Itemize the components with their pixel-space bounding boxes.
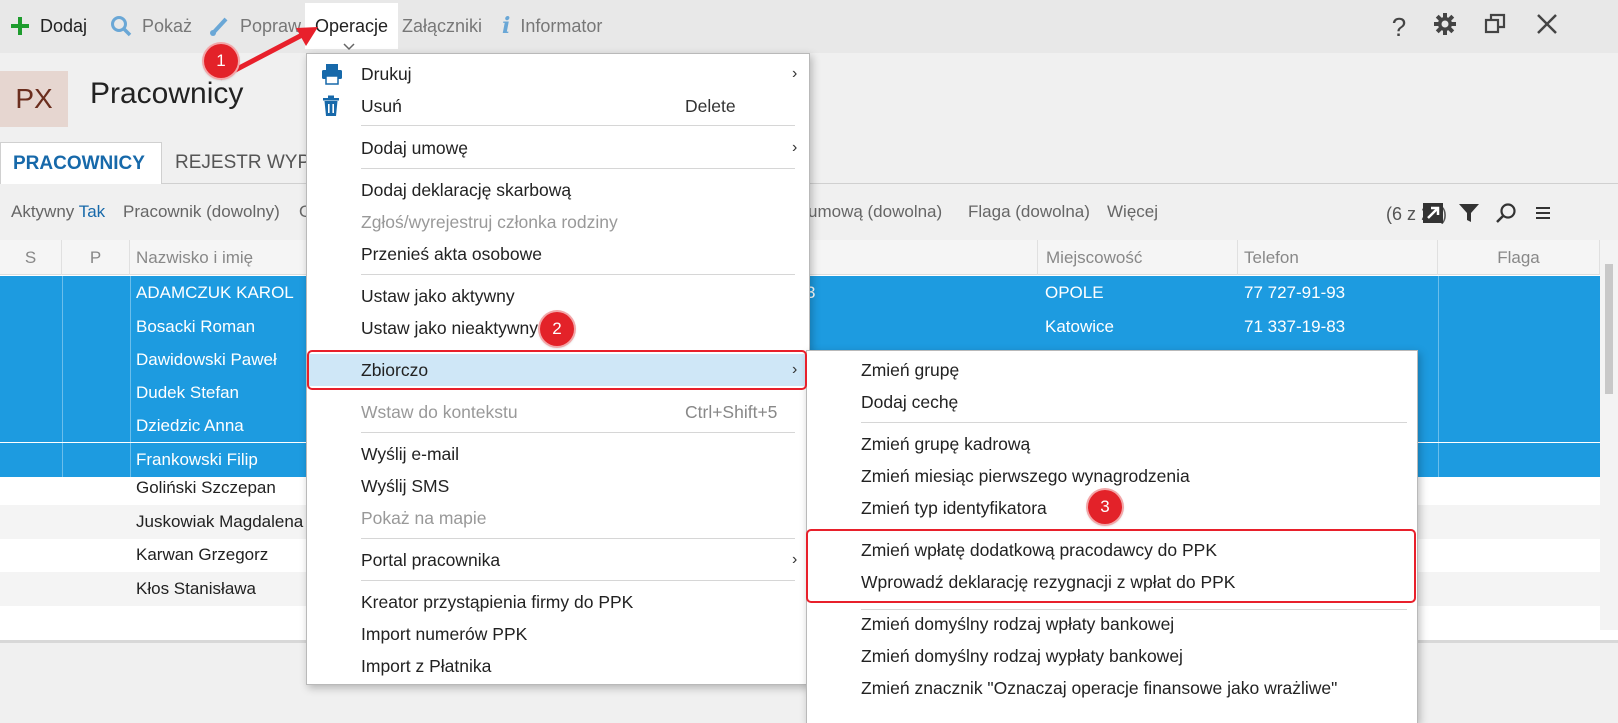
menu-item-send-sms[interactable]: Wyślij SMS bbox=[307, 470, 809, 502]
filter-more[interactable]: Więcej bbox=[1107, 202, 1158, 222]
module-badge: PX bbox=[0, 71, 68, 127]
search-button[interactable] bbox=[1493, 202, 1519, 228]
filter-employee[interactable]: Pracownik (dowolny) bbox=[123, 202, 280, 222]
info-icon: i bbox=[502, 13, 511, 39]
menu-separator bbox=[361, 432, 795, 433]
col-header-city[interactable]: Miejscowość bbox=[1038, 240, 1238, 275]
funnel-icon bbox=[1458, 202, 1480, 229]
add-label: Dodaj bbox=[40, 15, 88, 36]
menu-item-move-files[interactable]: Przenieś akta osobowe bbox=[307, 238, 809, 270]
col-header-flag[interactable]: Flaga bbox=[1438, 240, 1600, 275]
highlight-bulk bbox=[307, 350, 807, 390]
export-icon bbox=[1422, 202, 1444, 229]
menu-separator bbox=[361, 580, 795, 581]
restore-window-icon bbox=[1484, 13, 1506, 42]
submenu-item-change-group[interactable]: Zmień grupę bbox=[807, 354, 1417, 386]
cell-name: Goliński Szczepan bbox=[136, 478, 276, 497]
restore-button[interactable] bbox=[1478, 10, 1512, 44]
menu-item-print[interactable]: Drukuj › bbox=[307, 58, 809, 90]
menu-separator bbox=[861, 422, 1407, 423]
vertical-scrollbar[interactable] bbox=[1600, 240, 1618, 630]
filter-active-label: Aktywny bbox=[11, 202, 75, 221]
export-button[interactable] bbox=[1420, 202, 1446, 228]
cell-city: OPOLE bbox=[1045, 283, 1104, 302]
menu-button[interactable] bbox=[1530, 202, 1556, 228]
shortcut-insert-context: Ctrl+Shift+5 bbox=[685, 401, 778, 422]
trash-icon bbox=[321, 95, 341, 122]
help-button[interactable]: ? bbox=[1382, 10, 1416, 44]
search-icon bbox=[110, 15, 132, 37]
show-label: Pokaż bbox=[142, 15, 193, 36]
search-icon bbox=[1495, 202, 1517, 229]
tab-employees[interactable]: PRACOWNICY bbox=[0, 142, 162, 184]
menu-item-add-tax-declaration[interactable]: Dodaj deklarację skarbową bbox=[307, 174, 809, 206]
informator-label: Informator bbox=[520, 15, 603, 36]
col-header-s[interactable]: S bbox=[0, 240, 62, 275]
menu-item-send-email[interactable]: Wyślij e-mail bbox=[307, 438, 809, 470]
cell-city: Katowice bbox=[1045, 317, 1114, 336]
menu-item-add-contract[interactable]: Dodaj umowę › bbox=[307, 132, 809, 164]
cell-name: Dawidowski Paweł bbox=[136, 350, 277, 369]
cell-name: ADAMCZUK KAROL bbox=[136, 283, 294, 302]
help-icon: ? bbox=[1391, 11, 1407, 42]
menu-item-delete[interactable]: Usuń Delete bbox=[307, 90, 809, 122]
informator-button[interactable]: i Informator bbox=[502, 12, 602, 40]
submenu-item-add-feature[interactable]: Dodaj cechę bbox=[807, 386, 1417, 418]
cell-name: Dudek Stefan bbox=[136, 383, 240, 402]
menu-item-import-platnik[interactable]: Import z Płatnika bbox=[307, 650, 809, 682]
menu-item-family-member[interactable]: Zgłoś/wyrejestruj członka rodziny bbox=[307, 206, 809, 238]
menu-item-insert-context[interactable]: Wstaw do kontekstu Ctrl+Shift+5 bbox=[307, 396, 809, 428]
cell-name: Kłos Stanisława bbox=[136, 579, 257, 598]
filter-contract[interactable]: umową (dowolna) bbox=[808, 202, 942, 222]
gear-icon bbox=[1433, 12, 1457, 43]
step-badge-1: 1 bbox=[204, 44, 238, 78]
menu-item-import-ppk[interactable]: Import numerów PPK bbox=[307, 618, 809, 650]
chevron-right-icon: › bbox=[792, 65, 798, 82]
step-badge-3: 3 bbox=[1088, 490, 1122, 524]
cell-phone: 71 337-19-83 bbox=[1244, 317, 1346, 336]
scrollbar-thumb[interactable] bbox=[1605, 264, 1613, 394]
filter-active[interactable]: Aktywny Tak bbox=[11, 202, 105, 222]
attachments-button[interactable]: Załączniki bbox=[402, 12, 482, 40]
cell-name: Dziedzic Anna bbox=[136, 416, 244, 435]
cell-name: Bosacki Roman bbox=[136, 317, 256, 336]
filter-flag[interactable]: Flaga (dowolna) bbox=[968, 202, 1090, 222]
filter-button[interactable] bbox=[1456, 202, 1482, 228]
submenu-item-bank-payment[interactable]: Zmień domyślny rodzaj wpłaty bankowej bbox=[807, 608, 1417, 640]
menu-separator bbox=[361, 274, 795, 275]
menu-item-ppk-wizard[interactable]: Kreator przystąpienia firmy do PPK bbox=[307, 586, 809, 618]
submenu-item-sensitive-flag[interactable]: Zmień znacznik "Oznaczaj operacje finans… bbox=[807, 672, 1417, 704]
step-badge-2: 2 bbox=[540, 312, 574, 346]
col-header-phone[interactable]: Telefon bbox=[1238, 240, 1438, 275]
filter-active-value: Tak bbox=[78, 202, 106, 221]
chevron-right-icon: › bbox=[792, 139, 798, 156]
chevron-right-icon: › bbox=[792, 551, 798, 568]
submenu-item-change-hr-group[interactable]: Zmień grupę kadrową bbox=[807, 428, 1417, 460]
add-button[interactable]: Dodaj bbox=[10, 12, 87, 40]
shortcut-delete: Delete bbox=[685, 95, 736, 116]
close-button[interactable] bbox=[1530, 10, 1564, 44]
menu-separator bbox=[361, 168, 795, 169]
cell-name: Karwan Grzegorz bbox=[136, 545, 269, 564]
cell-phone: 77 727-91-93 bbox=[1244, 283, 1346, 302]
plus-icon bbox=[10, 16, 30, 36]
menu-item-set-active[interactable]: Ustaw jako aktywny bbox=[307, 280, 809, 312]
menu-item-show-map[interactable]: Pokaż na mapie bbox=[307, 502, 809, 534]
menu-item-employee-portal[interactable]: Portal pracownika › bbox=[307, 544, 809, 576]
show-button[interactable]: Pokaż bbox=[110, 12, 192, 40]
submenu-item-bank-payout[interactable]: Zmień domyślny rodzaj wypłaty bankowej bbox=[807, 640, 1417, 672]
col-header-p[interactable]: P bbox=[62, 240, 130, 275]
menu-separator bbox=[361, 538, 795, 539]
cell-name: Juskowiak Magdalena bbox=[136, 512, 304, 531]
close-icon bbox=[1536, 13, 1558, 42]
menu-separator bbox=[361, 125, 795, 126]
attachments-label: Załączniki bbox=[402, 15, 483, 36]
highlight-ppk-items bbox=[806, 529, 1416, 603]
hamburger-icon bbox=[1534, 205, 1552, 226]
settings-button[interactable] bbox=[1428, 10, 1462, 44]
submenu-item-change-first-salary[interactable]: Zmień miesiąc pierwszego wynagrodzenia bbox=[807, 460, 1417, 492]
